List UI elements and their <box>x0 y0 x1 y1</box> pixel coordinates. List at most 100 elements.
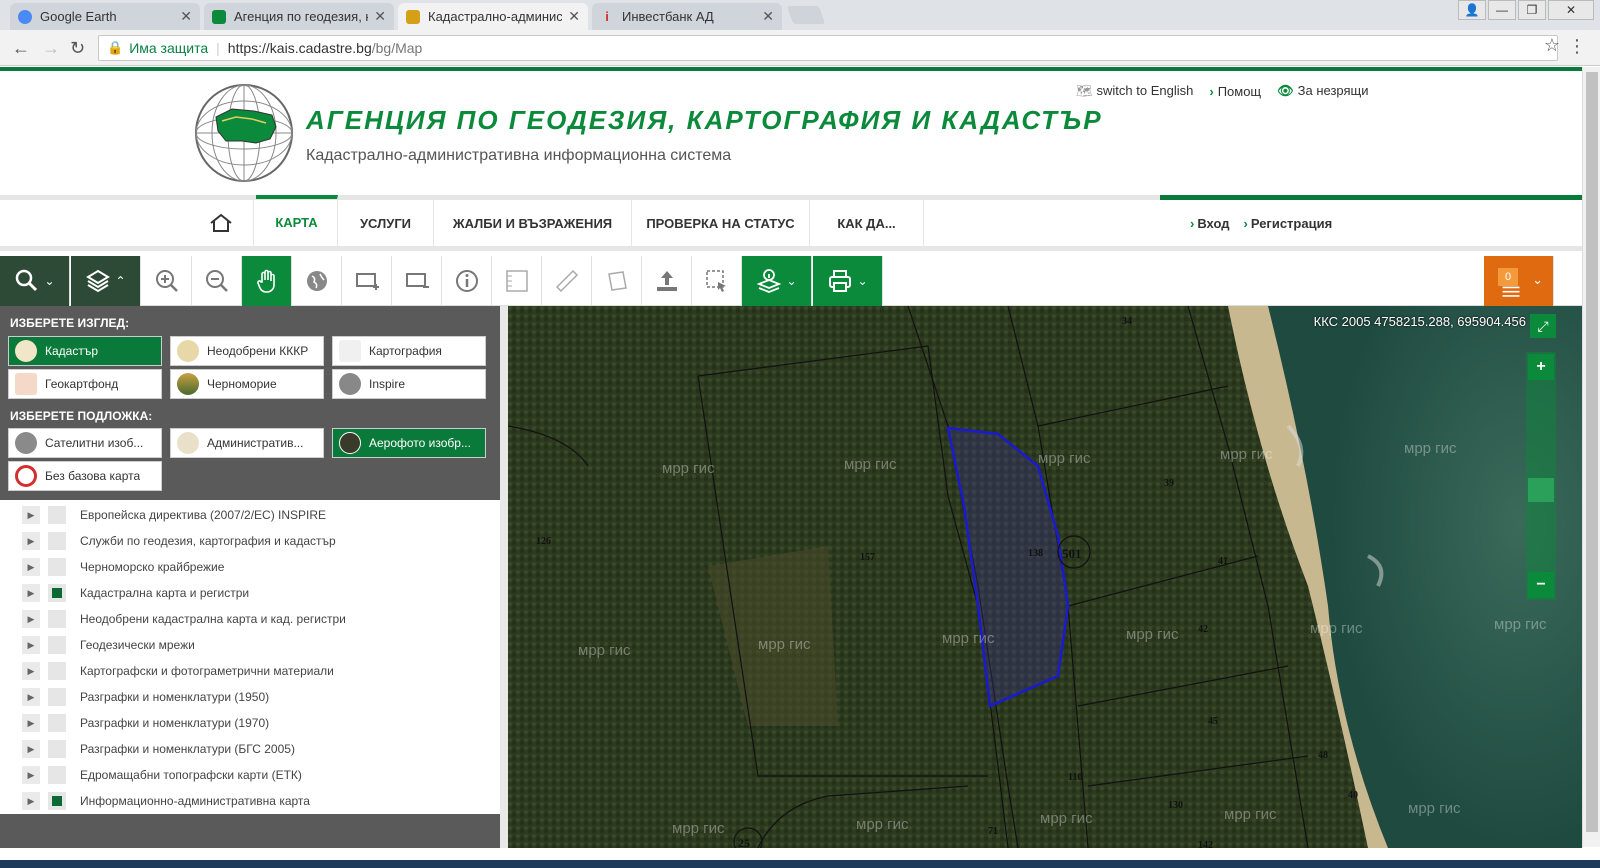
layer-checkbox[interactable] <box>48 506 66 524</box>
view-cadastre-button[interactable]: Кадастър <box>8 336 162 366</box>
expand-icon[interactable]: ▶ <box>22 610 40 628</box>
layer-checkbox-checked[interactable] <box>48 584 66 602</box>
expand-icon[interactable]: ▶ <box>22 688 40 706</box>
fullscreen-button[interactable]: ⤢ <box>1530 314 1556 338</box>
login-link[interactable]: › Вход <box>1190 216 1230 231</box>
page-scrollbar[interactable] <box>1582 67 1600 847</box>
zoom-box-in-tool-button[interactable] <box>342 256 392 306</box>
layer-item[interactable]: ▶ Разграфки и номенклатури (1970) <box>0 710 500 736</box>
layer-item[interactable]: ▶ Черноморско крайбрежие <box>0 554 500 580</box>
switch-english-link[interactable]: 🗺 switch to English <box>1076 83 1193 99</box>
view-inspire-button[interactable]: Inspire <box>332 369 486 399</box>
nav-map[interactable]: КАРТА <box>256 195 338 246</box>
base-none-button[interactable]: Без базова карта <box>8 461 162 491</box>
close-icon[interactable]: ✕ <box>568 8 580 25</box>
layer-checkbox[interactable] <box>48 740 66 758</box>
layer-checkbox[interactable] <box>48 610 66 628</box>
map-view[interactable]: 34 39 41 42 45 48 40 126 157 138 501 110… <box>508 306 1582 848</box>
expand-icon[interactable]: ▶ <box>22 740 40 758</box>
layer-item[interactable]: ▶ Кадастрална карта и регистри <box>0 580 500 606</box>
url-input[interactable]: 🔒 Има защита | https://kais.cadastre.bg /… <box>98 35 1558 61</box>
view-blacksea-button[interactable]: Черноморие <box>170 369 324 399</box>
expand-icon[interactable]: ▶ <box>22 532 40 550</box>
cart-tool-button[interactable]: 0 ⌄ <box>1484 256 1554 306</box>
layer-item[interactable]: ▶ Картографски и фотограметрични материа… <box>0 658 500 684</box>
layer-checkbox[interactable] <box>48 558 66 576</box>
forward-icon[interactable]: → <box>42 38 60 59</box>
expand-icon[interactable]: ▶ <box>22 636 40 654</box>
pan-tool-button[interactable] <box>242 256 292 306</box>
print-tool-button[interactable]: ⌄ <box>813 256 883 306</box>
nav-services[interactable]: УСЛУГИ <box>338 200 434 246</box>
layer-item[interactable]: ▶ Едромащабни топографски карти (ЕТК) <box>0 762 500 788</box>
base-aerophoto-button[interactable]: Аерофото изобр... <box>332 428 486 458</box>
back-icon[interactable]: ← <box>12 38 30 59</box>
layer-checkbox[interactable] <box>48 636 66 654</box>
browser-tab[interactable]: i Инвестбанк АД ✕ <box>592 3 782 30</box>
view-cartography-button[interactable]: Картография <box>332 336 486 366</box>
zoom-slider[interactable]: + − <box>1526 352 1556 600</box>
layer-item[interactable]: ▶ Служби по геодезия, картография и када… <box>0 528 500 554</box>
measure-area-tool-button[interactable] <box>492 256 542 306</box>
base-satellite-button[interactable]: Сателитни изоб... <box>8 428 162 458</box>
home-button[interactable] <box>188 200 254 246</box>
nav-status-check[interactable]: ПРОВЕРКА НА СТАТУС <box>632 200 810 246</box>
zoom-slider-thumb[interactable] <box>1528 478 1554 502</box>
restore-icon[interactable]: ❐ <box>1518 0 1546 20</box>
layer-item[interactable]: ▶ Разграфки и номенклатури (БГС 2005) <box>0 736 500 762</box>
expand-icon[interactable]: ▶ <box>22 714 40 732</box>
layer-checkbox[interactable] <box>48 688 66 706</box>
accessibility-link[interactable]: 👁 За незрящи <box>1277 83 1368 99</box>
base-administrative-button[interactable]: Административ... <box>170 428 324 458</box>
agency-logo[interactable] <box>192 81 296 185</box>
select-tool-button[interactable] <box>692 256 742 306</box>
zoom-box-out-tool-button[interactable] <box>392 256 442 306</box>
layer-item[interactable]: ▶ Неодобрени кадастрална карта и кад. ре… <box>0 606 500 632</box>
layer-item[interactable]: ▶ Информационно-административна карта <box>0 788 500 814</box>
view-unapproved-button[interactable]: Неодобрени КККР <box>170 336 324 366</box>
layer-checkbox[interactable] <box>48 532 66 550</box>
window-close-icon[interactable]: ✕ <box>1548 0 1594 20</box>
browser-menu-icon[interactable]: ⋮ <box>1568 36 1586 57</box>
expand-icon[interactable]: ▶ <box>22 766 40 784</box>
zoom-in-button[interactable]: + <box>1528 354 1554 380</box>
reload-icon[interactable]: ↻ <box>70 38 85 59</box>
user-icon[interactable]: 👤 <box>1458 0 1486 20</box>
layer-checkbox[interactable] <box>48 714 66 732</box>
expand-icon[interactable]: ▶ <box>22 584 40 602</box>
new-tab-button[interactable] <box>786 6 826 24</box>
layers-tool-button[interactable]: ⌃ <box>71 256 141 306</box>
panel-splitter[interactable] <box>500 306 508 848</box>
zoom-out-tool-button[interactable] <box>192 256 242 306</box>
layer-item[interactable]: ▶ Европейска директива (2007/2/EC) INSPI… <box>0 502 500 528</box>
zoom-out-button[interactable]: − <box>1528 572 1554 598</box>
nav-complaints[interactable]: ЖАЛБИ И ВЪЗРАЖЕНИЯ <box>434 200 632 246</box>
view-geocartfond-button[interactable]: Геокартфонд <box>8 369 162 399</box>
minimize-icon[interactable]: — <box>1488 0 1516 20</box>
register-link[interactable]: › Регистрация <box>1244 216 1333 231</box>
upload-tool-button[interactable] <box>642 256 692 306</box>
zoom-in-tool-button[interactable] <box>142 256 192 306</box>
search-tool-button[interactable]: ⌄ <box>0 256 70 306</box>
identify-tool-button[interactable] <box>442 256 492 306</box>
close-icon[interactable]: ✕ <box>180 8 192 25</box>
expand-icon[interactable]: ▶ <box>22 558 40 576</box>
layer-checkbox[interactable] <box>48 662 66 680</box>
bookmark-star-icon[interactable]: ☆ <box>1544 35 1560 56</box>
close-icon[interactable]: ✕ <box>374 8 386 25</box>
help-link[interactable]: › Помощ <box>1209 84 1261 99</box>
browser-tab[interactable]: Агенция по геодезия, ка ✕ <box>204 3 394 30</box>
layer-checkbox-checked[interactable] <box>48 792 66 810</box>
browser-tab[interactable]: Google Earth ✕ <box>10 3 200 30</box>
browser-tab-active[interactable]: Кадастрално-администр ✕ <box>398 3 588 30</box>
layer-item[interactable]: ▶ Геодезически мрежи <box>0 632 500 658</box>
expand-icon[interactable]: ▶ <box>22 506 40 524</box>
draw-polygon-tool-button[interactable] <box>592 256 642 306</box>
scrollbar-thumb[interactable] <box>1586 72 1598 832</box>
close-icon[interactable]: ✕ <box>762 8 774 25</box>
nav-how-to[interactable]: КАК ДА... <box>810 200 924 246</box>
layer-item[interactable]: ▶ Разграфки и номенклатури (1950) <box>0 684 500 710</box>
expand-icon[interactable]: ▶ <box>22 792 40 810</box>
expand-icon[interactable]: ▶ <box>22 662 40 680</box>
layer-info-tool-button[interactable]: ⌄ <box>742 256 812 306</box>
